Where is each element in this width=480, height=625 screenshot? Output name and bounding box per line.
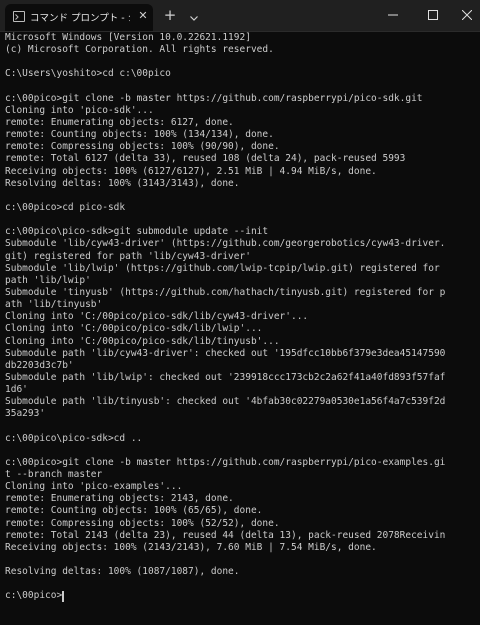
terminal-line: remote: Enumerating objects: 6127, done. [5, 116, 234, 128]
tab-title: コマンド プロンプト - ショートカット [30, 13, 130, 24]
terminal-line: Cloning into 'pico-sdk'... [5, 104, 154, 116]
terminal-line: Cloning into 'C:/00pico/pico-sdk/lib/tin… [5, 335, 280, 347]
terminal-line: Cloning into 'pico-examples'... [5, 481, 183, 493]
terminal-line: Cloning into 'C:/00pico/pico-sdk/lib/cyw… [5, 311, 309, 323]
terminal-line: C:\Users\yoshito>cd c:\00pico [5, 68, 171, 80]
terminal-line: c:\00pico> [5, 590, 65, 603]
terminal-line: db2203d3c7b' [5, 359, 74, 371]
terminal-line: Receiving objects: 100% (2143/2143), 7.6… [5, 541, 377, 553]
terminal-line: Submodule path 'lib/tinyusb': checked ou… [5, 396, 446, 408]
terminal-line: git) registered for path 'lib/cyw43-driv… [5, 250, 251, 262]
terminal-line: t --branch master [5, 469, 103, 481]
scrollbar[interactable] [476, 32, 479, 625]
terminal-line: remote: Counting objects: 100% (134/134)… [5, 129, 274, 141]
terminal-line: remote: Enumerating objects: 2143, done. [5, 493, 234, 505]
terminal-line: remote: Compressing objects: 100% (90/90… [5, 141, 280, 153]
title-bar: コマンド プロンプト - ショートカット ✕ + [0, 0, 480, 32]
terminal-line: Submodule path 'lib/cyw43-driver': check… [5, 347, 446, 359]
terminal-line: Submodule 'lib/cyw43-driver' (https://gi… [5, 238, 446, 250]
terminal-line: c:\00pico>cd pico-sdk [5, 201, 126, 213]
terminal-line: Resolving deltas: 100% (3143/3143), done… [5, 177, 240, 189]
terminal-icon [13, 11, 25, 22]
terminal-line: (c) Microsoft Corporation. All rights re… [5, 44, 274, 56]
terminal-line: 1d6' [5, 384, 28, 396]
terminal-line: remote: Total 6127 (delta 33), reused 10… [5, 153, 406, 165]
terminal-line: remote: Counting objects: 100% (65/65), … [5, 505, 263, 517]
terminal-line: c:\00pico>git clone -b master https://gi… [5, 456, 446, 468]
close-tab-button[interactable]: ✕ [137, 9, 149, 23]
terminal-line: Submodule 'tinyusb' (https://github.com/… [5, 286, 446, 298]
terminal-line: Submodule 'lib/lwip' (https://github.com… [5, 262, 440, 274]
close-icon[interactable] [450, 0, 480, 30]
terminal-line: c:\00pico>git clone -b master https://gi… [5, 92, 423, 104]
chevron-down-icon[interactable] [188, 9, 200, 21]
terminal-line: path 'lib/lwip' [5, 274, 91, 286]
terminal-output[interactable]: Microsoft Windows [Version 10.0.22621.11… [5, 32, 475, 603]
terminal-line: Cloning into 'C:/00pico/pico-sdk/lib/lwi… [5, 323, 263, 335]
terminal-line: Microsoft Windows [Version 10.0.22621.11… [5, 32, 251, 43]
terminal-line: remote: Total 2143 (delta 23), reused 44… [5, 529, 446, 541]
terminal-line: Resolving deltas: 100% (1087/1087), done… [5, 566, 240, 578]
minimize-icon[interactable] [376, 0, 410, 30]
text-cursor [62, 591, 65, 603]
terminal-line: Receiving objects: 100% (6127/6127), 2.5… [5, 165, 377, 177]
new-tab-button[interactable]: + [163, 7, 177, 23]
terminal-line: remote: Compressing objects: 100% (52/52… [5, 517, 280, 529]
tab-command-prompt[interactable]: コマンド プロンプト - ショートカット ✕ [5, 4, 153, 31]
terminal-line: ath 'lib/tinyusb' [5, 299, 103, 311]
maximize-icon[interactable] [416, 0, 450, 30]
terminal-line: c:\00pico\pico-sdk>cd .. [5, 432, 143, 444]
terminal-line: c:\00pico\pico-sdk>git submodule update … [5, 226, 269, 238]
terminal-line: 35a293' [5, 408, 46, 420]
terminal-line: Submodule path 'lib/lwip': checked out '… [5, 371, 446, 383]
